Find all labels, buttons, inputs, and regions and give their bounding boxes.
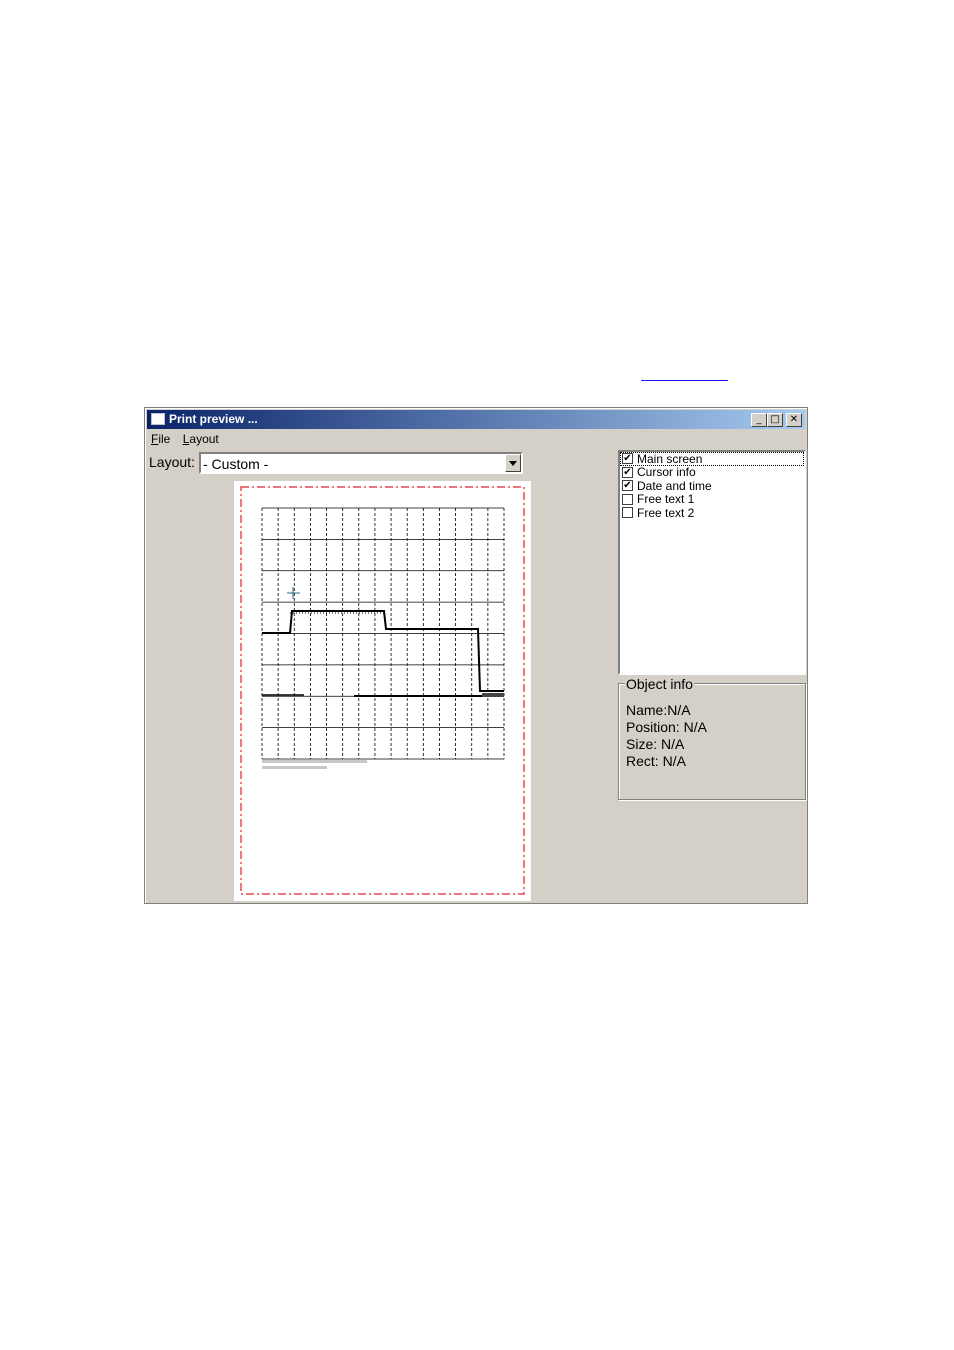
checkbox[interactable]: ✔ <box>622 466 633 478</box>
layout-label: Layout: <box>149 454 195 470</box>
menu-layout[interactable]: Layout <box>183 432 219 446</box>
title-bar[interactable]: Print preview ... _ □ ✕ <box>147 410 805 429</box>
checkbox[interactable]: ✔ <box>622 480 633 492</box>
component-label: Date and time <box>637 478 712 493</box>
page-link-underline[interactable] <box>641 380 728 381</box>
scope-grid <box>261 507 505 760</box>
component-label: Cursor info <box>637 465 696 480</box>
close-button[interactable]: ✕ <box>786 413 802 427</box>
component-label: Free text 1 <box>637 492 695 507</box>
menu-bar: File Layout <box>151 432 228 446</box>
window-title: Print preview ... <box>169 412 258 426</box>
component-label: Main screen <box>637 451 703 466</box>
object-info-group: Object info Name:N/A Position: N/A Size:… <box>618 676 806 800</box>
maximize-button[interactable]: □ <box>767 413 783 427</box>
object-position-info: Position: N/A <box>626 719 707 735</box>
component-label: Free text 2 <box>637 505 695 520</box>
window-icon <box>151 413 165 425</box>
trace-1 <box>262 610 504 692</box>
component-item-cursor-info[interactable]: ✔ Cursor info <box>620 465 804 480</box>
layout-dropdown[interactable]: - Custom - <box>199 452 523 474</box>
cursor-info-text-line-2 <box>262 766 327 769</box>
print-preview-window: Print preview ... _ □ ✕ File Layout Layo… <box>144 407 808 904</box>
object-size-info: Size: N/A <box>626 736 685 752</box>
component-item-main-screen[interactable]: ✔ Main screen <box>620 452 804 466</box>
menu-file[interactable]: File <box>151 432 170 446</box>
cursor-info-text-line-1 <box>262 760 367 763</box>
component-item-free-text-2[interactable]: Free text 2 <box>620 506 804 520</box>
preview-drawing <box>240 486 525 895</box>
trace-label-mark <box>482 693 504 697</box>
checkbox[interactable] <box>622 493 633 505</box>
object-rect-info: Rect: N/A <box>626 753 686 769</box>
checkbox[interactable]: ✔ <box>622 453 633 465</box>
print-preview-page[interactable] <box>234 481 531 901</box>
checkbox[interactable] <box>622 507 633 519</box>
chevron-down-icon[interactable] <box>505 454 521 472</box>
components-listbox[interactable]: ✔ Main screen ✔ Cursor info ✔ Date and time Fr… <box>618 450 806 675</box>
object-info-title: Object info <box>625 676 694 692</box>
layout-dropdown-value: - Custom - <box>203 456 269 472</box>
minimize-button[interactable]: _ <box>751 413 767 427</box>
component-item-free-text-1[interactable]: Free text 1 <box>620 492 804 507</box>
component-item-date-and-time[interactable]: ✔ Date and time <box>620 479 804 493</box>
object-name-info: Name:N/A <box>626 702 691 718</box>
